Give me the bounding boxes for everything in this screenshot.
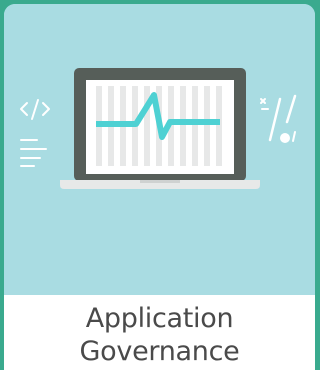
- application-governance-card[interactable]: Application Governance: [4, 4, 315, 370]
- laptop-heartbeat-icon: [20, 68, 297, 189]
- card-illustration: [4, 4, 315, 295]
- code-brackets-icon: [20, 99, 50, 120]
- card-label: Application Governance: [4, 295, 315, 370]
- card-title-line-2: Governance: [79, 335, 240, 367]
- text-lines-icon: [20, 139, 47, 167]
- decorative-marks-icon: [260, 94, 297, 143]
- page: Application Governance: [0, 0, 315, 370]
- card-title-line-1: Application: [85, 302, 234, 334]
